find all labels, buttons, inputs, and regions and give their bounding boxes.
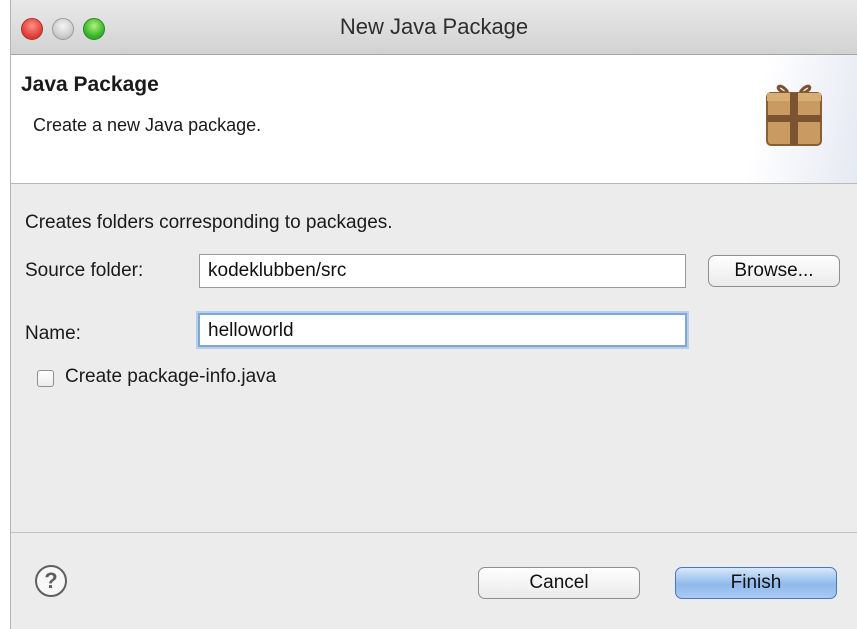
wizard-intro-text: Creates folders corresponding to package… <box>25 212 393 233</box>
banner-description: Create a new Java package. <box>33 115 262 135</box>
window-title: New Java Package <box>339 14 529 39</box>
name-label: Name: <box>25 323 81 344</box>
finish-button[interactable]: Finish <box>675 567 837 599</box>
create-package-info-label[interactable]: Create package-info.java <box>65 366 276 388</box>
cancel-button[interactable]: Cancel <box>478 567 640 599</box>
wizard-banner: Java Package Create a new Java package. <box>11 55 857 184</box>
source-folder-label: Source folder: <box>25 260 144 281</box>
create-package-info-checkbox[interactable] <box>37 370 54 387</box>
package-name-field[interactable]: helloworld <box>198 313 687 347</box>
source-folder-field[interactable]: kodeklubben/src <box>199 254 686 288</box>
footer-divider <box>11 532 857 533</box>
banner-title: Java Package <box>21 73 159 96</box>
package-icon <box>766 84 822 146</box>
title-bar[interactable]: New Java Package <box>11 0 857 55</box>
banner-art <box>707 55 857 183</box>
help-icon[interactable]: ? <box>35 565 67 597</box>
browse-button[interactable]: Browse... <box>708 255 840 287</box>
new-java-package-dialog: New Java Package Java Package Create a n… <box>10 0 857 629</box>
